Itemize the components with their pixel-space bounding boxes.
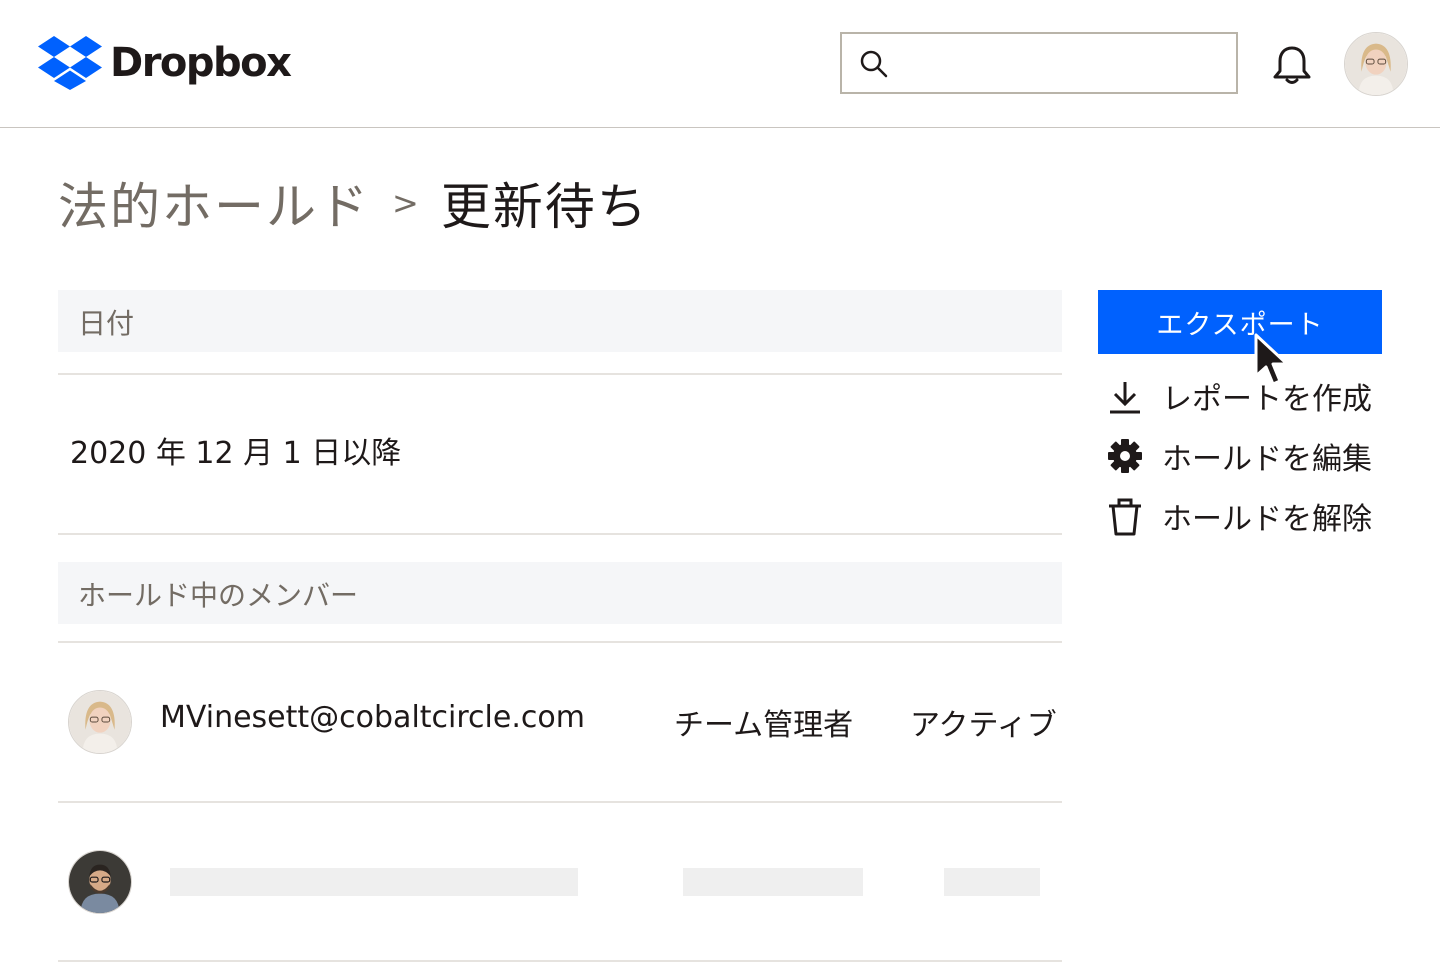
date-range-value: 2020 年 12 月 1 日以降: [70, 436, 402, 471]
download-icon: [1110, 382, 1140, 414]
member-row-placeholder: [58, 810, 1062, 930]
create-report-action[interactable]: レポートを作成: [1104, 372, 1372, 420]
members-section-title: ホールド中のメンバー: [78, 579, 359, 612]
release-hold-label: ホールドを解除: [1162, 502, 1372, 537]
breadcrumb-parent-link[interactable]: 法的ホールド: [58, 167, 370, 239]
breadcrumb-separator: >: [392, 184, 419, 222]
members-section-header: ホールド中のメンバー: [58, 562, 1062, 624]
breadcrumb: 法的ホールド > 更新待ち: [58, 168, 649, 238]
dropbox-logo[interactable]: Dropbox: [38, 36, 292, 90]
dropbox-logo-icon: [38, 36, 102, 90]
member-role: チーム管理者: [674, 708, 854, 743]
edit-hold-action[interactable]: ホールドを編集: [1104, 432, 1372, 480]
divider: [58, 533, 1062, 535]
search-box[interactable]: [840, 32, 1238, 94]
member-row[interactable]: MVinesett@cobaltcircle.com チーム管理者 アクティブ: [58, 650, 1062, 770]
gear-icon: [1108, 439, 1142, 473]
trash-icon: [1109, 498, 1141, 536]
user-avatar-image: [1345, 33, 1407, 95]
role-placeholder-bar: [683, 868, 863, 896]
member-avatar: [68, 690, 132, 754]
divider: [58, 801, 1062, 803]
email-placeholder-bar: [170, 868, 578, 896]
page-title: 更新待ち: [440, 178, 649, 236]
mouse-cursor-icon: [1254, 333, 1289, 386]
brand-name: Dropbox: [110, 40, 292, 86]
date-section-header: 日付: [58, 290, 1062, 352]
member-avatar-image: [69, 691, 131, 753]
status-placeholder-bar: [944, 868, 1040, 896]
bell-icon[interactable]: [1270, 44, 1314, 86]
user-avatar[interactable]: [1344, 32, 1408, 96]
release-hold-action[interactable]: ホールドを解除: [1104, 492, 1372, 540]
member-avatar: [68, 850, 132, 914]
edit-hold-label: ホールドを編集: [1162, 442, 1372, 477]
member-status: アクティブ: [910, 708, 1057, 743]
member-avatar-image: [69, 851, 131, 913]
divider: [58, 641, 1062, 643]
date-section-title: 日付: [78, 307, 135, 340]
search-icon: [860, 50, 888, 78]
page: Dropbox 法的ホールド > 更新待ち 日付 2020 年 12 月 1 日…: [0, 0, 1440, 962]
export-button[interactable]: エクスポート: [1098, 290, 1382, 354]
search-input[interactable]: [902, 42, 1226, 86]
divider: [58, 373, 1062, 375]
member-email: MVinesett@cobaltcircle.com: [160, 700, 585, 735]
top-bar: Dropbox: [0, 0, 1440, 128]
